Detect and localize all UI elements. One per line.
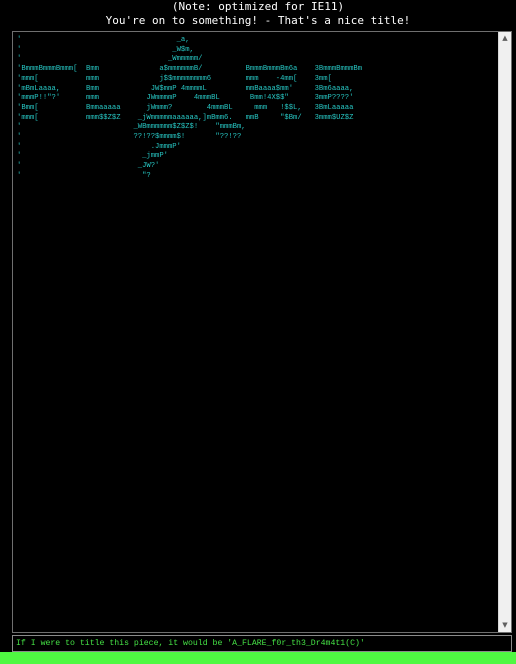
ascii-art-line: ' _jmmP' <box>17 152 168 161</box>
scroll-up-icon[interactable]: ▲ <box>499 32 511 45</box>
ascii-art-line: ' _Wmmmmm/ <box>17 55 203 64</box>
ascii-art-line: ' _W$m, <box>17 45 194 54</box>
ascii-art-line: 'BmmmBmmmBmmm[ Bmm a$mmmmmmB/ BmmmBmmmBm… <box>17 65 363 74</box>
scroll-down-icon[interactable]: ▼ <box>499 619 511 632</box>
status-bar <box>0 652 516 664</box>
title-input-value: If I were to title this piece, it would … <box>16 639 365 648</box>
ascii-art-line: ' ??!??$mmmm$! "??!?? <box>17 133 242 142</box>
ascii-art-textarea[interactable]: ' _a, ' _W$m, ' _Wmmmmm/ 'BmmmBmmmBmmm[ … <box>12 31 512 633</box>
page-header: (Note: optimized for IE11) You're on to … <box>0 0 516 30</box>
ascii-art-line: ' _WBmmmmmm$Z$Z$! "mmmBm, <box>17 123 246 132</box>
ascii-art-line: ' _a, <box>17 36 190 44</box>
ascii-art-line: 'mmm[ mmm$$Z$Z _jWmmmmmaaaaaa,]mBmm6. mm… <box>17 113 354 122</box>
feedback-message: You're on to something! - That's a nice … <box>105 14 411 27</box>
ascii-art-line: 'Bmm[ Bmmaaaaa jWmmm? 4mmmBL mmm !$$L, 3… <box>17 103 354 112</box>
ascii-art-line: 'mmmP!!"?' mmm JWmmmmP 4mmmBL Bmm!4X$$" … <box>17 94 354 103</box>
ascii-art-line: 'mBmLaaaa, Bmm JW$mmP 4mmmmL mmBaaaa$mm'… <box>17 84 354 93</box>
optimization-note: (Note: optimized for IE11) <box>171 0 345 13</box>
ascii-art-line: ' "? <box>17 171 151 180</box>
title-input-field[interactable]: If I were to title this piece, it would … <box>12 635 512 652</box>
ascii-art-line: ' .JmmmP' <box>17 142 181 151</box>
ascii-art-line: 'mmm[ mmm j$$mmmmmmmm6 mmm -4mm[ 3mm[ <box>17 74 332 83</box>
vertical-scrollbar[interactable]: ▲ ▼ <box>498 32 511 632</box>
ascii-art-content: ' _a, ' _W$m, ' _Wmmmmm/ 'BmmmBmmmBmmm[ … <box>17 36 362 182</box>
ascii-art-line: ' _JW?' <box>17 162 160 171</box>
